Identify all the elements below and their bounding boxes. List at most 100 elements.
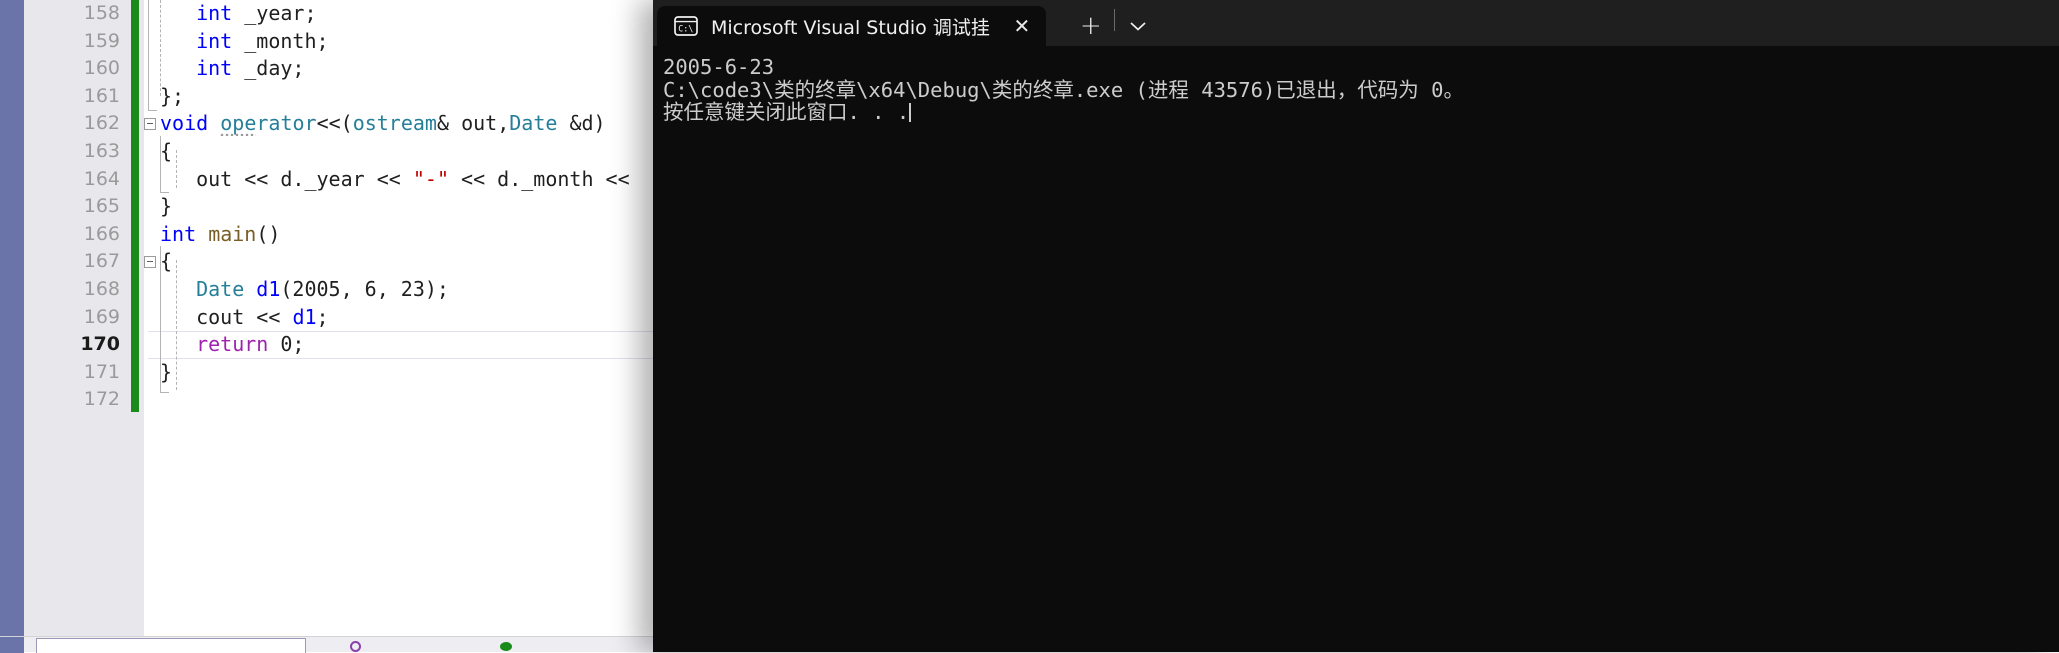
status-bar-left-accent bbox=[0, 637, 24, 653]
code-token: void bbox=[160, 111, 209, 136]
line-number: 162 bbox=[83, 112, 120, 135]
terminal-tab[interactable]: C:\ Microsoft Visual Studio 调试挂 ✕ bbox=[657, 6, 1046, 46]
code-token: ; bbox=[316, 304, 329, 329]
code-text: cout << d1; bbox=[196, 304, 329, 332]
status-bar-tab[interactable] bbox=[36, 638, 306, 653]
code-token: int bbox=[160, 221, 197, 246]
terminal-tab-bar[interactable]: C:\ Microsoft Visual Studio 调试挂 ✕ + bbox=[653, 0, 2059, 46]
code-token: << bbox=[461, 166, 486, 191]
code-token: { bbox=[160, 249, 173, 274]
code-text: int _year; bbox=[196, 0, 316, 28]
code-text: out << d._year << "-" << d._month << bbox=[196, 166, 630, 194]
line-number: 158 bbox=[83, 2, 120, 24]
code-token: () bbox=[256, 221, 281, 246]
indent-guide bbox=[148, 0, 149, 110]
collapse-region-icon[interactable] bbox=[144, 118, 156, 131]
code-token: ostream bbox=[352, 111, 437, 136]
line-number: 170 bbox=[80, 333, 120, 356]
code-token: "-" bbox=[412, 166, 449, 191]
code-text: { bbox=[160, 248, 172, 276]
code-token: << bbox=[376, 166, 401, 191]
terminal-cursor bbox=[909, 103, 912, 123]
terminal-output-line: 按任意键关闭此窗口. . . bbox=[663, 100, 912, 125]
new-tab-button[interactable]: + bbox=[1068, 6, 1114, 46]
code-token: int bbox=[196, 56, 233, 81]
code-token: int bbox=[196, 28, 233, 53]
line-number: 169 bbox=[83, 305, 120, 328]
code-token: Date bbox=[509, 111, 558, 136]
status-circle-icon bbox=[350, 641, 361, 652]
indent-guide-corner bbox=[148, 102, 157, 111]
chevron-down-icon[interactable] bbox=[1115, 6, 1161, 46]
terminal-window[interactable]: C:\ Microsoft Visual Studio 调试挂 ✕ + 2005… bbox=[653, 0, 2059, 652]
indent-guide-corner bbox=[160, 184, 169, 193]
line-number: 160 bbox=[83, 57, 120, 80]
indent-guide bbox=[176, 260, 177, 390]
close-icon[interactable]: ✕ bbox=[1002, 6, 1042, 46]
code-token: << bbox=[605, 166, 630, 191]
code-token: out bbox=[196, 166, 245, 191]
terminal-tab-title: Microsoft Visual Studio 调试挂 bbox=[711, 16, 990, 39]
indent-guide bbox=[160, 246, 161, 392]
code-token: Date bbox=[196, 276, 245, 301]
code-text: int main() bbox=[160, 221, 280, 249]
code-token: _day; bbox=[232, 56, 305, 81]
code-token: return bbox=[196, 332, 269, 357]
code-token: (2005, 6, 23); bbox=[280, 276, 449, 301]
code-token: main bbox=[208, 221, 257, 246]
code-token: 0; bbox=[268, 332, 305, 357]
code-text: int _day; bbox=[196, 55, 304, 83]
code-token: d._year bbox=[268, 166, 377, 191]
code-token: int bbox=[196, 1, 233, 25]
indent-guide bbox=[160, 0, 161, 96]
line-number: 172 bbox=[83, 388, 120, 411]
line-number: 167 bbox=[83, 250, 120, 273]
code-token: } bbox=[160, 194, 173, 219]
line-number: 166 bbox=[83, 222, 120, 245]
line-number: 164 bbox=[83, 167, 120, 190]
terminal-output[interactable]: 2005-6-23 C:\code3\类的终章\x64\Debug\类的终章.ex… bbox=[653, 46, 2059, 652]
line-number: 165 bbox=[83, 195, 120, 218]
code-token: _month; bbox=[232, 28, 329, 53]
indent-guide-corner bbox=[160, 384, 169, 393]
code-token: { bbox=[160, 138, 173, 163]
code-text: return 0; bbox=[196, 331, 304, 359]
chevron-down-glyph bbox=[1130, 22, 1146, 31]
code-token: &d) bbox=[557, 111, 606, 136]
code-token: & out, bbox=[436, 111, 510, 136]
code-token: } bbox=[160, 359, 173, 384]
code-token: d._month bbox=[485, 166, 606, 191]
code-text: }; bbox=[160, 83, 184, 111]
terminal-output-line: 2005-6-23 bbox=[663, 55, 775, 79]
code-token: <<( bbox=[316, 111, 353, 136]
code-token: d1 bbox=[256, 276, 281, 301]
indent-guide bbox=[176, 150, 177, 188]
line-number: 161 bbox=[83, 84, 120, 107]
code-token: }; bbox=[160, 83, 185, 108]
line-number: 168 bbox=[83, 277, 120, 300]
code-text: { bbox=[160, 138, 172, 166]
terminal-output-line: C:\code3\类的终章\x64\Debug\类的终章.exe (进程 435… bbox=[663, 77, 1464, 102]
code-text: Date d1(2005, 6, 23); bbox=[196, 276, 449, 304]
cmd-icon: C:\ bbox=[674, 16, 698, 36]
code-token: _year; bbox=[232, 1, 317, 25]
line-number: 163 bbox=[83, 139, 120, 162]
code-text: } bbox=[160, 359, 172, 387]
line-number: 159 bbox=[83, 29, 120, 52]
code-text: } bbox=[160, 193, 172, 221]
code-text: int _month; bbox=[196, 28, 328, 56]
code-token: << bbox=[256, 304, 281, 329]
suggestion-underline bbox=[220, 132, 257, 137]
code-token: cout bbox=[196, 304, 257, 329]
svg-text:C:\: C:\ bbox=[678, 24, 693, 34]
status-green-dot-icon bbox=[500, 642, 512, 651]
line-number: 171 bbox=[83, 360, 120, 383]
code-token: d1 bbox=[292, 304, 317, 329]
collapse-region-icon[interactable] bbox=[144, 256, 156, 269]
